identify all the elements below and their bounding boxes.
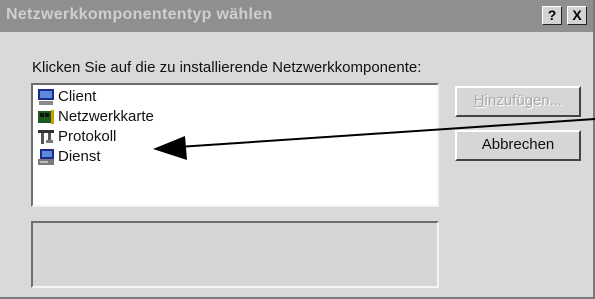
annotation-arrow bbox=[153, 118, 595, 160]
dialog-window: Netzwerkkomponententyp wählen ? X Klicke… bbox=[0, 0, 595, 299]
